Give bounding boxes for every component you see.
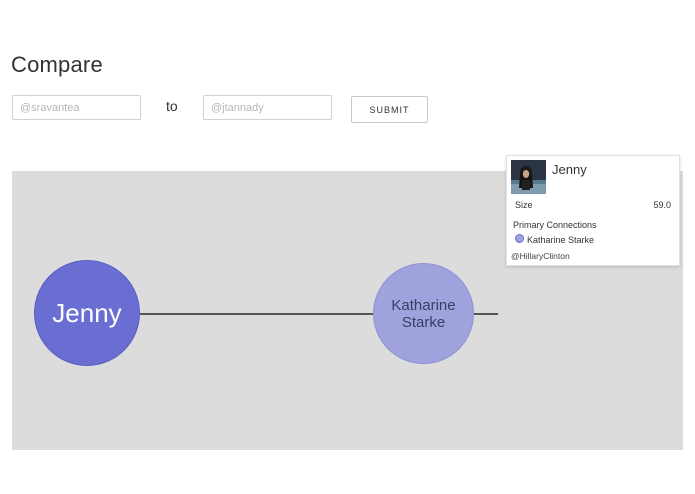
to-label: to (166, 98, 178, 114)
node-label: Jenny (52, 297, 122, 328)
size-label: Size (515, 200, 533, 210)
profile-photo-icon (511, 160, 546, 194)
first-user-input[interactable] (12, 95, 141, 120)
node-label: Katharine Starke (391, 296, 456, 331)
card-title: Jenny (552, 162, 587, 177)
user-handle[interactable]: @HillaryClinton (511, 251, 570, 261)
graph-node-katharine-starke[interactable]: Katharine Starke (373, 263, 474, 364)
graph-node-jenny[interactable]: Jenny (34, 260, 140, 366)
primary-connections-label: Primary Connections (513, 220, 597, 230)
second-user-input[interactable] (203, 95, 332, 120)
node-info-card: Jenny Size 59.0 Primary Connections Kath… (506, 155, 680, 266)
submit-button[interactable]: SUBMIT (351, 96, 428, 123)
connection-dot-icon (515, 234, 524, 243)
size-value: 59.0 (653, 200, 671, 210)
connection-item[interactable]: Katharine Starke (527, 235, 594, 245)
page-title: Compare (11, 52, 103, 77)
